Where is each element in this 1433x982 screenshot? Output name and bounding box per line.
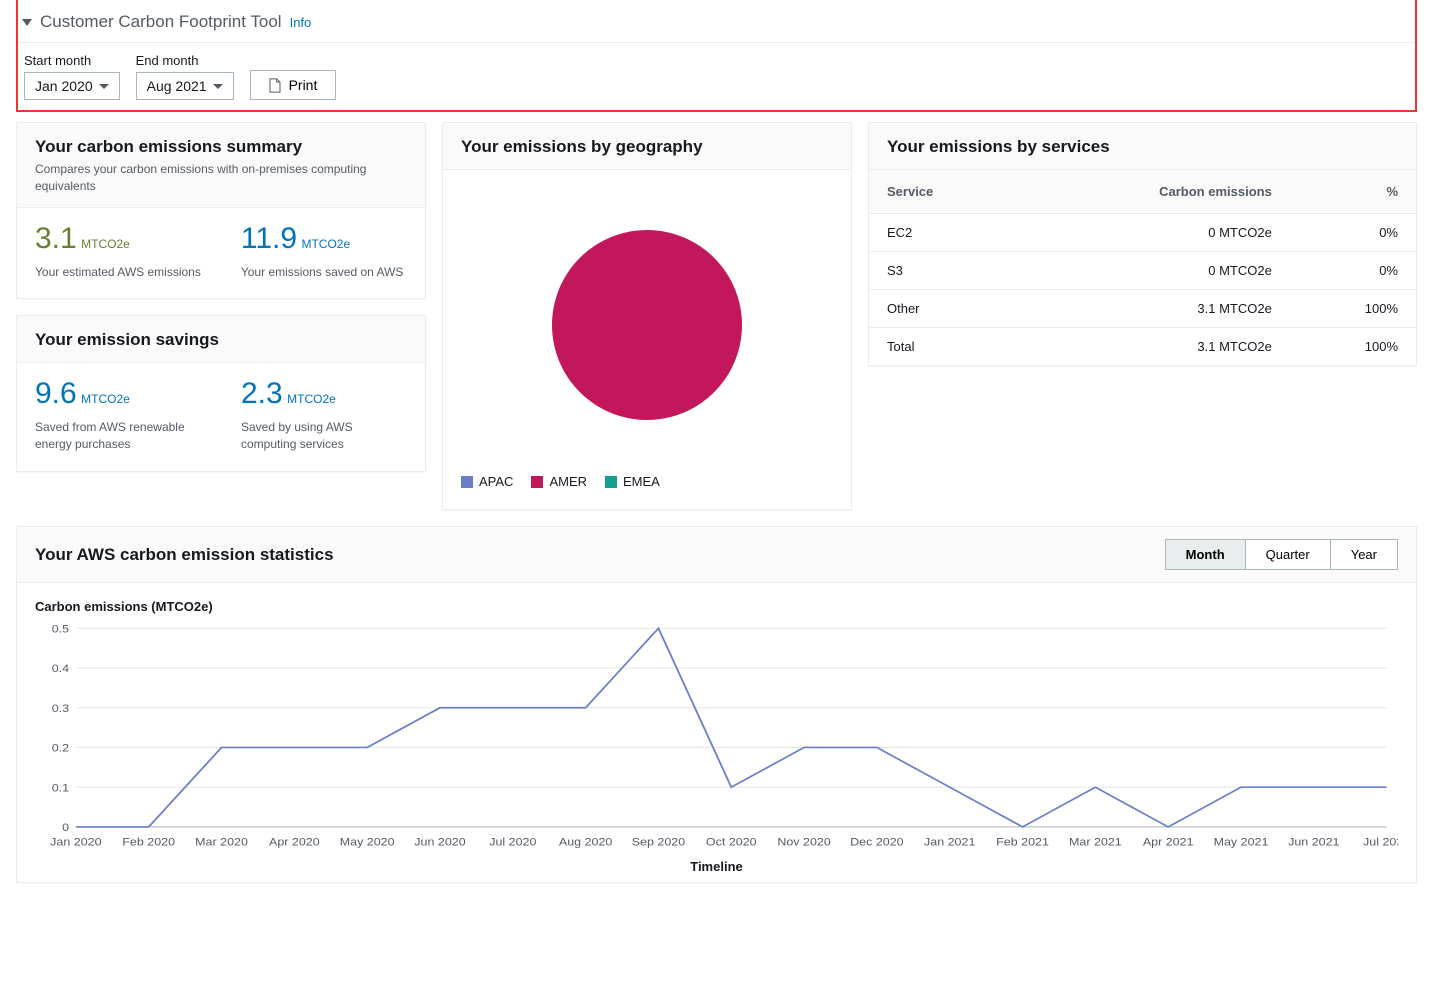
renewable-unit: MTCO2e <box>81 392 130 406</box>
svg-text:May 2020: May 2020 <box>340 835 395 848</box>
chart-x-title: Timeline <box>35 859 1398 874</box>
swatch-amer <box>531 476 543 488</box>
svg-text:Dec 2020: Dec 2020 <box>850 835 904 848</box>
compute-unit: MTCO2e <box>287 392 336 406</box>
statistics-title: Your AWS carbon emission statistics <box>35 545 334 565</box>
legend-amer: AMER <box>531 474 587 489</box>
svg-text:Nov 2020: Nov 2020 <box>777 835 831 848</box>
line-chart: 0 0.1 0.2 0.3 0.4 0.5 Jan 2020 Feb 2020 Mar 2020… <box>35 622 1398 852</box>
col-emissions: Carbon emissions <box>1019 170 1290 214</box>
svg-text:Feb 2020: Feb 2020 <box>122 835 175 848</box>
svg-text:Jan 2021: Jan 2021 <box>924 835 976 848</box>
svg-text:Mar 2020: Mar 2020 <box>195 835 248 848</box>
svg-text:Feb 2021: Feb 2021 <box>996 835 1049 848</box>
services-table: Service Carbon emissions % EC20 MTCO2e0%… <box>869 170 1416 365</box>
chevron-down-icon <box>213 84 223 89</box>
renewable-value: 9.6 <box>35 377 77 410</box>
saved-emissions-value: 11.9 <box>241 222 297 255</box>
info-link[interactable]: Info <box>290 15 312 30</box>
print-label: Print <box>289 77 318 93</box>
table-row: S30 MTCO2e0% <box>869 252 1416 290</box>
start-month-value: Jan 2020 <box>35 78 93 94</box>
collapse-caret-icon[interactable] <box>22 19 32 26</box>
svg-text:Sep 2020: Sep 2020 <box>632 835 686 848</box>
document-icon <box>269 78 281 93</box>
summary-title: Your carbon emissions summary <box>35 137 407 157</box>
saved-emissions-unit: MTCO2e <box>301 237 350 251</box>
svg-text:0.5: 0.5 <box>52 622 70 635</box>
page-title: Customer Carbon Footprint Tool <box>40 12 282 32</box>
svg-text:Jun 2021: Jun 2021 <box>1288 835 1340 848</box>
pie-chart <box>552 230 742 420</box>
svg-text:0.2: 0.2 <box>52 741 70 754</box>
svg-text:0.1: 0.1 <box>52 781 70 794</box>
compute-value: 2.3 <box>241 377 283 410</box>
tab-month[interactable]: Month <box>1166 540 1245 569</box>
granularity-segment: Month Quarter Year <box>1165 539 1398 570</box>
svg-text:Oct 2020: Oct 2020 <box>706 835 757 848</box>
tab-year[interactable]: Year <box>1330 540 1397 569</box>
svg-text:Jun 2020: Jun 2020 <box>414 835 466 848</box>
print-button[interactable]: Print <box>250 70 337 100</box>
svg-text:Apr 2020: Apr 2020 <box>269 835 320 848</box>
svg-text:Jan 2020: Jan 2020 <box>50 835 102 848</box>
svg-text:Jul 2021: Jul 2021 <box>1363 835 1398 848</box>
header-highlight-box: Customer Carbon Footprint Tool Info Star… <box>16 0 1417 112</box>
svg-text:0: 0 <box>62 821 69 834</box>
saved-emissions-caption: Your emissions saved on AWS <box>241 264 404 281</box>
table-row: Total3.1 MTCO2e100% <box>869 328 1416 366</box>
swatch-apac <box>461 476 473 488</box>
start-month-select[interactable]: Jan 2020 <box>24 72 120 100</box>
est-emissions-caption: Your estimated AWS emissions <box>35 264 201 281</box>
svg-text:0.4: 0.4 <box>52 662 70 675</box>
table-row: Other3.1 MTCO2e100% <box>869 290 1416 328</box>
end-month-label: End month <box>136 53 234 68</box>
chart-y-title: Carbon emissions (MTCO2e) <box>35 599 1398 614</box>
table-row: EC20 MTCO2e0% <box>869 214 1416 252</box>
compute-caption: Saved by using AWS computing services <box>241 419 407 453</box>
swatch-emea <box>605 476 617 488</box>
services-panel: Your emissions by services Service Carbo… <box>868 122 1417 366</box>
end-month-select[interactable]: Aug 2021 <box>136 72 234 100</box>
col-service: Service <box>869 170 1019 214</box>
geography-panel: Your emissions by geography APAC AMER EM… <box>442 122 852 510</box>
chevron-down-icon <box>99 84 109 89</box>
savings-panel: Your emission savings 9.6 MTCO2e Saved f… <box>16 315 426 472</box>
est-emissions-value: 3.1 <box>35 222 77 255</box>
summary-panel: Your carbon emissions summary Compares y… <box>16 122 426 299</box>
svg-text:0.3: 0.3 <box>52 701 70 714</box>
start-month-label: Start month <box>24 53 120 68</box>
summary-subtitle: Compares your carbon emissions with on-p… <box>35 161 407 195</box>
tab-quarter[interactable]: Quarter <box>1245 540 1330 569</box>
geography-title: Your emissions by geography <box>461 137 833 157</box>
savings-title: Your emission savings <box>35 330 407 350</box>
est-emissions-unit: MTCO2e <box>81 237 130 251</box>
statistics-panel: Your AWS carbon emission statistics Mont… <box>16 526 1417 883</box>
end-month-value: Aug 2021 <box>147 78 207 94</box>
svg-text:Mar 2021: Mar 2021 <box>1069 835 1122 848</box>
svg-text:May 2021: May 2021 <box>1214 835 1269 848</box>
col-pct: % <box>1290 170 1416 214</box>
svg-text:Jul 2020: Jul 2020 <box>489 835 537 848</box>
renewable-caption: Saved from AWS renewable energy purchase… <box>35 419 201 453</box>
legend-apac: APAC <box>461 474 513 489</box>
svg-text:Aug 2020: Aug 2020 <box>559 835 613 848</box>
svg-text:Apr 2021: Apr 2021 <box>1143 835 1194 848</box>
legend-emea: EMEA <box>605 474 660 489</box>
services-title: Your emissions by services <box>887 137 1398 157</box>
